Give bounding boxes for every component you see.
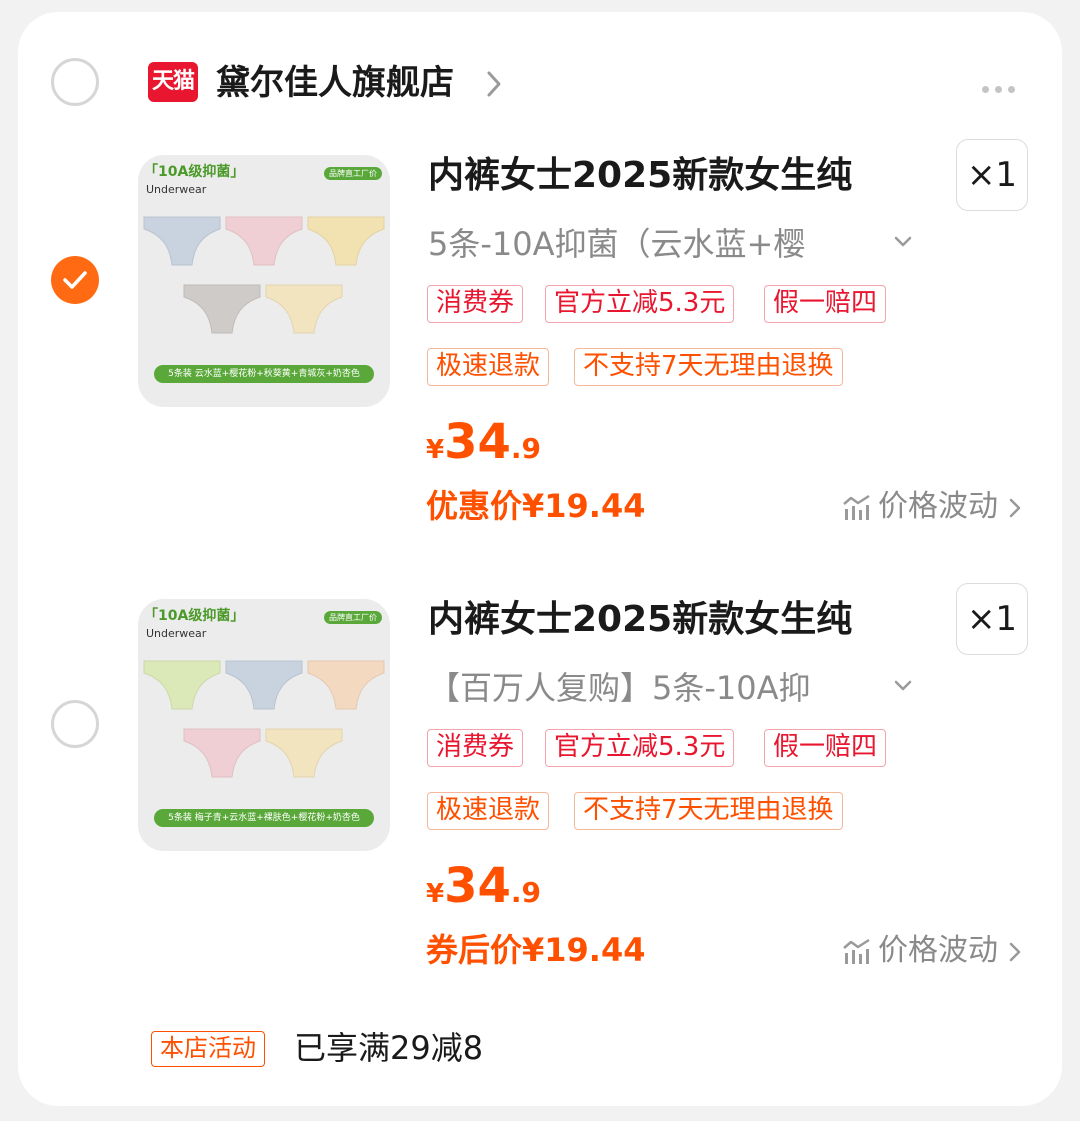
shop-name[interactable]: 黛尔佳人旗舰店 — [216, 60, 454, 106]
tag-guarantee: 假一赔四 — [764, 285, 887, 323]
shop-select-radio[interactable] — [51, 58, 99, 106]
chevron-right-icon — [1009, 942, 1020, 961]
thumb-factory-badge: 品牌直工厂价 — [324, 611, 382, 624]
product-image[interactable]: 「10A级抑菌」 Underwear 品牌直工厂价 5条装 云水蓝+樱花粉+秋葵… — [138, 155, 390, 407]
product-swatch — [183, 728, 261, 778]
shop-promo-tag: 本店活动 — [151, 1031, 265, 1067]
tag-official-discount: 官方立减5.3元 — [545, 729, 735, 767]
tag-no-return: 不支持7天无理由退换 — [574, 348, 843, 386]
product-swatch — [307, 216, 385, 266]
price-decimal: .9 — [510, 876, 542, 909]
tag-no-return: 不支持7天无理由退换 — [574, 792, 843, 830]
product-swatch — [265, 728, 343, 778]
product-swatch — [143, 660, 221, 710]
price-trend-label: 价格波动 — [878, 933, 998, 968]
discount-price: 券后价¥19.44 — [426, 931, 646, 969]
chevron-right-icon — [1009, 498, 1020, 517]
tag-official-discount: 官方立减5.3元 — [545, 285, 735, 323]
price-integer: 34 — [444, 858, 511, 914]
more-options-icon[interactable] — [982, 78, 1021, 97]
chevron-down-icon[interactable] — [894, 680, 912, 692]
chevron-down-icon[interactable] — [894, 236, 912, 248]
product-title[interactable]: 内裤女士2025新款女生纯 — [428, 596, 852, 644]
thumb-subtitle: Underwear — [146, 627, 207, 640]
price-currency: ¥ — [426, 879, 445, 909]
price-trend-link[interactable]: 价格波动 — [842, 930, 1028, 972]
price-chart-icon — [843, 938, 870, 964]
tag-coupon: 消费券 — [427, 729, 524, 767]
product-swatch — [225, 216, 303, 266]
thumb-colors-bar: 5条装 梅子青+云水蓝+裸肤色+樱花粉+奶杏色 — [154, 809, 374, 827]
thumb-badge: 「10A级抑菌」 — [144, 164, 245, 180]
product-swatch — [143, 216, 221, 266]
sku-selector[interactable]: 5条-10A抑菌（云水蓝+樱 — [428, 222, 805, 266]
product-swatch — [307, 660, 385, 710]
sku-selector[interactable]: 【百万人复购】5条-10A抑 — [428, 666, 811, 710]
item-select-radio[interactable] — [51, 256, 99, 304]
thumb-factory-badge: 品牌直工厂价 — [324, 167, 382, 180]
chevron-right-icon[interactable] — [486, 70, 502, 98]
thumb-badge: 「10A级抑菌」 — [144, 608, 245, 624]
tag-fast-refund: 极速退款 — [427, 348, 550, 386]
tag-fast-refund: 极速退款 — [427, 792, 550, 830]
tag-coupon: 消费券 — [427, 285, 524, 323]
thumb-colors-bar: 5条装 云水蓝+樱花粉+秋葵黄+青城灰+奶杏色 — [154, 365, 374, 383]
tag-guarantee: 假一赔四 — [764, 729, 887, 767]
check-icon — [63, 271, 87, 289]
price-currency: ¥ — [426, 435, 445, 465]
price-integer: 34 — [444, 414, 511, 470]
item-select-radio[interactable] — [51, 700, 99, 748]
product-title[interactable]: 内裤女士2025新款女生纯 — [428, 152, 852, 200]
quantity-button[interactable]: ×1 — [956, 583, 1028, 655]
shop-promo-text[interactable]: 已享满29减8 — [294, 1026, 483, 1070]
product-swatch — [183, 284, 261, 334]
quantity-button[interactable]: ×1 — [956, 139, 1028, 211]
product-swatch — [225, 660, 303, 710]
product-image[interactable]: 「10A级抑菌」 Underwear 品牌直工厂价 5条装 梅子青+云水蓝+裸肤… — [138, 599, 390, 851]
price-chart-icon — [843, 494, 870, 520]
discount-price: 优惠价¥19.44 — [426, 487, 646, 525]
price: ¥34.9 — [426, 414, 541, 470]
tmall-logo-icon: 天猫 — [148, 62, 198, 102]
thumb-subtitle: Underwear — [146, 183, 207, 196]
price-trend-label: 价格波动 — [878, 489, 998, 524]
price-trend-link[interactable]: 价格波动 — [842, 486, 1028, 528]
price-decimal: .9 — [510, 432, 542, 465]
product-swatch — [265, 284, 343, 334]
price: ¥34.9 — [426, 858, 541, 914]
